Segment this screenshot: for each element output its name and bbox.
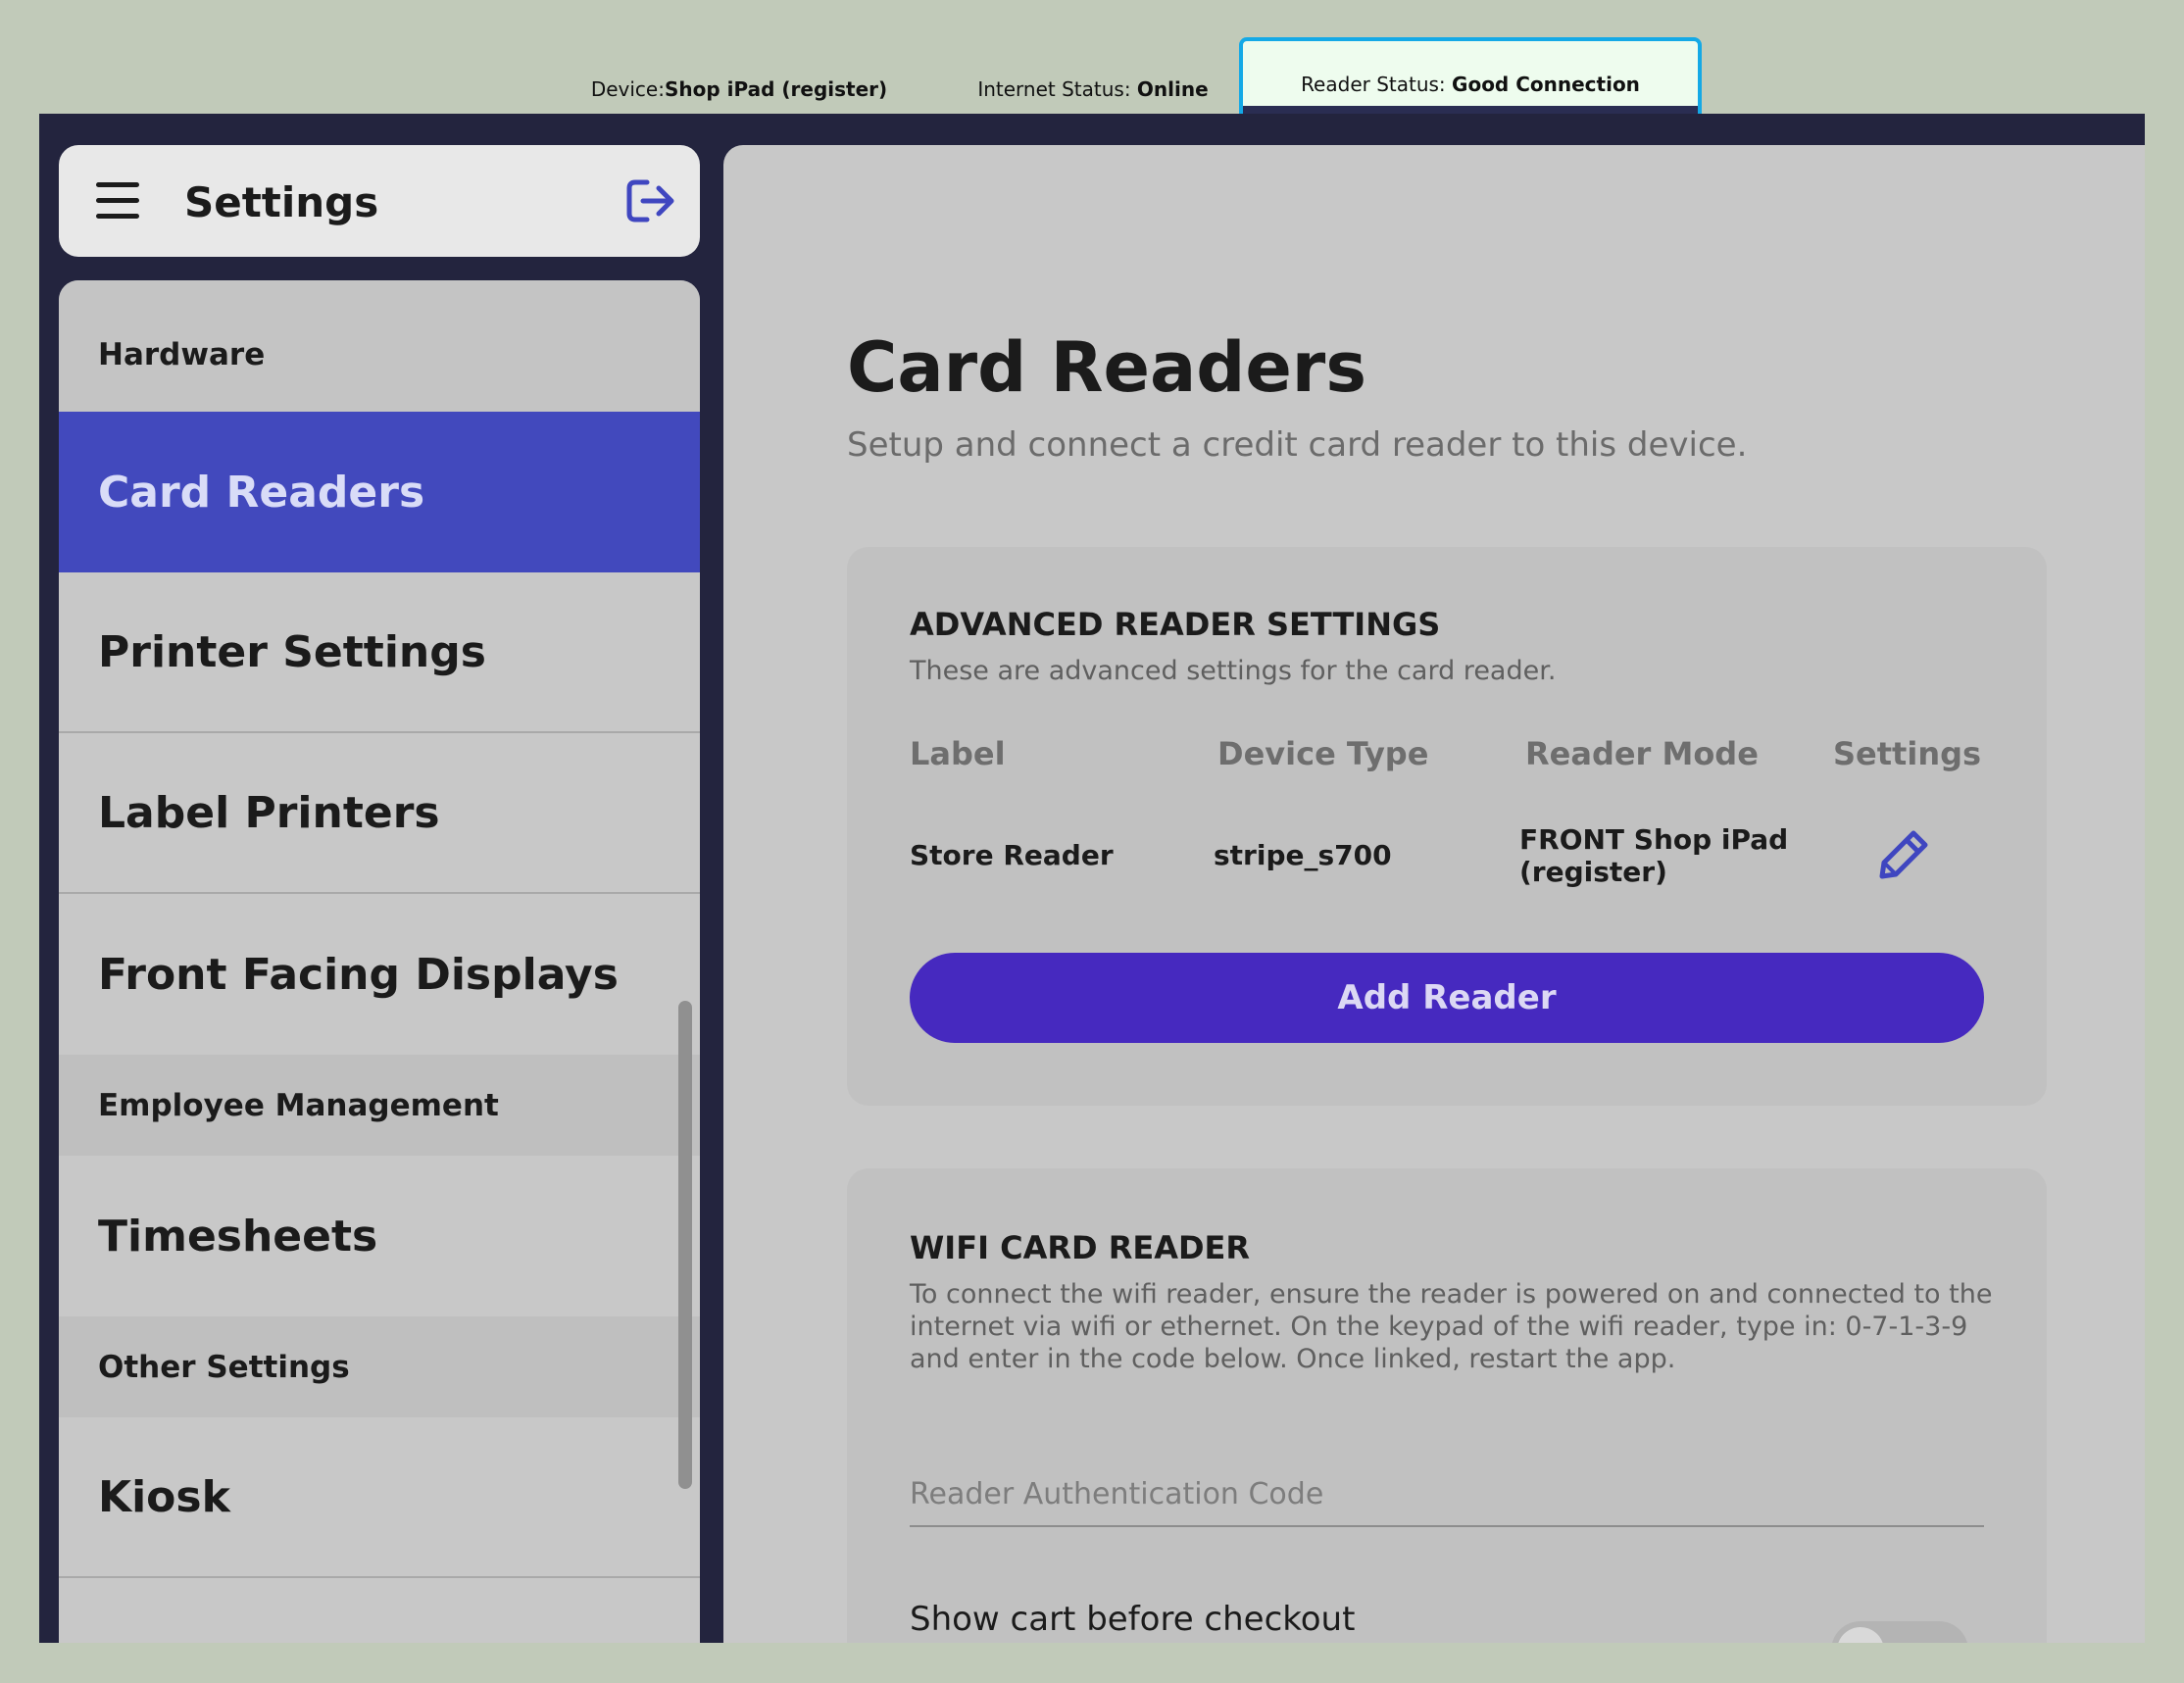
sidebar-item-printer-settings[interactable]: Printer Settings	[59, 572, 700, 733]
reader-mode-line1: FRONT Shop iPad	[1519, 823, 1789, 856]
page-title: Card Readers	[847, 327, 1366, 408]
hamburger-menu-icon[interactable]	[96, 182, 139, 220]
reader-authentication-code-input[interactable]	[910, 1462, 1984, 1527]
logout-icon[interactable]	[625, 176, 678, 225]
app-frame: Settings Hardware Card Readers Printer S…	[39, 114, 2145, 1643]
pencil-edit-icon[interactable]	[1876, 827, 1931, 882]
internet-status-value: Online	[1136, 77, 1209, 101]
main-panel: Card Readers Setup and connect a credit …	[723, 145, 2145, 1643]
show-cart-toggle[interactable]	[1831, 1621, 1968, 1643]
column-header-settings: Settings	[1833, 735, 1982, 772]
sidebar-section-employee-management: Employee Management	[59, 1055, 700, 1156]
device-status-value: Shop iPad (register)	[664, 77, 888, 101]
reader-status-label: Reader Status:	[1301, 73, 1446, 96]
column-header-device-type: Device Type	[1217, 735, 1429, 772]
sidebar-section-hardware: Hardware	[59, 280, 700, 412]
add-reader-button[interactable]: Add Reader	[910, 953, 1984, 1043]
sidebar-title: Settings	[184, 178, 379, 226]
reader-label-cell: Store Reader	[910, 839, 1114, 871]
advanced-settings-description: These are advanced settings for the card…	[910, 656, 1557, 686]
reader-device-type-cell: stripe_s700	[1214, 839, 1392, 871]
sidebar-item-timesheets[interactable]: Timesheets	[59, 1156, 700, 1316]
device-status-label: Device:	[590, 77, 665, 101]
reader-status-value: Good Connection	[1452, 73, 1640, 96]
toggle-knob	[1837, 1627, 1884, 1643]
reader-mode-line2: (register)	[1519, 856, 1667, 888]
sidebar-item-card-readers[interactable]: Card Readers	[59, 412, 700, 572]
advanced-reader-settings-card: ADVANCED READER SETTINGS These are advan…	[847, 547, 2047, 1106]
wifi-reader-title: WIFI CARD READER	[910, 1229, 1251, 1266]
sidebar-item-kiosk[interactable]: Kiosk	[59, 1417, 700, 1578]
sidebar: Hardware Card Readers Printer Settings L…	[59, 280, 700, 1643]
internet-status-label: Internet Status:	[977, 77, 1131, 101]
wifi-reader-description: To connect the wifi reader, ensure the r…	[910, 1279, 1993, 1374]
sidebar-scrollbar[interactable]	[678, 1001, 692, 1489]
wifi-card-reader-card: WIFI CARD READER To connect the wifi rea…	[847, 1168, 2047, 1643]
column-header-label: Label	[910, 735, 1006, 772]
sidebar-item-front-facing-displays[interactable]: Front Facing Displays	[59, 894, 700, 1055]
sidebar-item-label-printers[interactable]: Label Printers	[59, 733, 700, 894]
show-cart-toggle-label: Show cart before checkout	[910, 1600, 1356, 1639]
sidebar-section-other-settings: Other Settings	[59, 1316, 700, 1417]
page-subtitle: Setup and connect a credit card reader t…	[847, 425, 1748, 465]
sidebar-header: Settings	[59, 145, 700, 257]
reader-mode-cell: FRONT Shop iPad (register)	[1519, 823, 1788, 888]
advanced-settings-title: ADVANCED READER SETTINGS	[910, 606, 1441, 643]
column-header-reader-mode: Reader Mode	[1525, 735, 1759, 772]
